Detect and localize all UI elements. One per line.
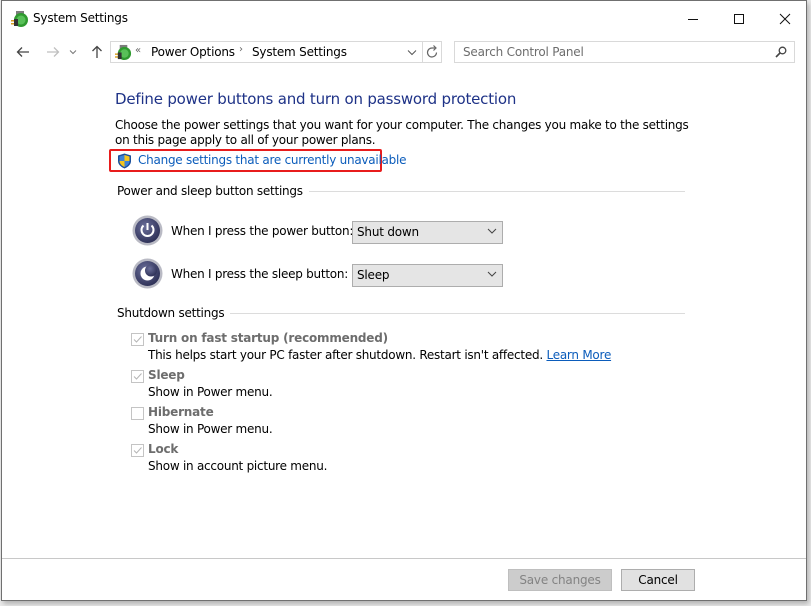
lock-option-label: Lock — [148, 442, 179, 456]
breadcrumb-separator: › — [239, 44, 243, 55]
change-settings-link[interactable]: Change settings that are currently unava… — [138, 153, 407, 167]
change-settings-highlight: Change settings that are currently unava… — [109, 149, 407, 172]
hibernate-checkbox[interactable] — [131, 407, 144, 420]
power-button-label: When I press the power button: — [171, 224, 354, 238]
address-divider — [422, 42, 423, 62]
maximize-button[interactable] — [716, 1, 762, 37]
refresh-icon[interactable] — [426, 45, 439, 59]
system-settings-window: System Settings « Power Options › System… — [1, 0, 807, 601]
shutdown-section-label: Shutdown settings — [117, 306, 231, 320]
fast-startup-description: This helps start your PC faster after sh… — [148, 348, 611, 362]
hibernate-option-label: Hibernate — [148, 405, 214, 419]
minimize-icon — [688, 19, 698, 20]
sleep-icon — [132, 258, 163, 289]
sleep-checkbox[interactable] — [131, 370, 144, 383]
breadcrumb-system-settings[interactable]: System Settings — [252, 45, 347, 59]
search-placeholder: Search Control Panel — [463, 45, 584, 59]
power-section-label: Power and sleep button settings — [117, 184, 309, 198]
save-changes-button[interactable]: Save changes — [508, 569, 612, 591]
fast-startup-checkbox[interactable] — [131, 333, 144, 346]
lock-checkbox[interactable] — [131, 444, 144, 457]
address-bar[interactable]: « Power Options › System Settings — [110, 41, 442, 63]
recent-locations-button[interactable] — [66, 42, 80, 62]
checkmark-icon — [133, 336, 142, 343]
arrow-up-icon — [92, 45, 102, 58]
learn-more-link[interactable]: Learn More — [546, 348, 611, 362]
up-button[interactable] — [87, 42, 107, 62]
page-title: Define power buttons and turn on passwor… — [115, 90, 517, 108]
chevron-down-icon — [487, 228, 497, 234]
close-icon — [779, 13, 791, 25]
sleep-option-label: Sleep — [148, 368, 185, 382]
footer-divider — [2, 558, 806, 559]
hibernate-option-description: Show in Power menu. — [148, 422, 273, 436]
power-options-app-icon — [11, 11, 28, 27]
window-title: System Settings — [33, 11, 128, 25]
fast-startup-desc-text: This helps start your PC faster after sh… — [148, 348, 543, 362]
search-icon[interactable] — [775, 46, 787, 58]
breadcrumb-overflow[interactable]: « — [135, 45, 141, 56]
chevron-down-icon — [69, 50, 77, 55]
maximize-icon — [734, 14, 744, 24]
back-button[interactable] — [13, 42, 33, 62]
cancel-button[interactable]: Cancel — [621, 569, 695, 591]
forward-button[interactable] — [43, 42, 63, 62]
lock-option-description: Show in account picture menu. — [148, 459, 328, 473]
power-button-action-select[interactable]: Shut down — [352, 221, 503, 244]
sleep-button-label: When I press the sleep button: — [171, 267, 349, 281]
sleep-button-action-value: Sleep — [357, 268, 390, 282]
arrow-right-icon — [47, 47, 60, 57]
power-options-icon — [115, 44, 132, 61]
chevron-down-icon — [487, 271, 497, 277]
navigation-bar: « Power Options › System Settings Search… — [2, 37, 806, 67]
minimize-button[interactable] — [670, 1, 716, 37]
sleep-option-description: Show in Power menu. — [148, 385, 273, 399]
power-icon — [132, 215, 163, 246]
page-description: Choose the power settings that you want … — [115, 118, 689, 147]
arrow-left-icon — [16, 47, 29, 57]
uac-shield-icon — [118, 153, 131, 169]
search-input[interactable]: Search Control Panel — [454, 41, 795, 63]
checkmark-icon — [133, 373, 142, 380]
close-button[interactable] — [762, 1, 808, 37]
breadcrumb-power-options[interactable]: Power Options — [151, 45, 235, 59]
address-dropdown-icon[interactable] — [407, 49, 417, 56]
checkmark-icon — [133, 447, 142, 454]
fast-startup-label: Turn on fast startup (recommended) — [148, 331, 388, 345]
title-bar: System Settings — [2, 1, 806, 37]
power-button-action-value: Shut down — [357, 225, 419, 239]
sleep-button-action-select[interactable]: Sleep — [352, 264, 503, 287]
